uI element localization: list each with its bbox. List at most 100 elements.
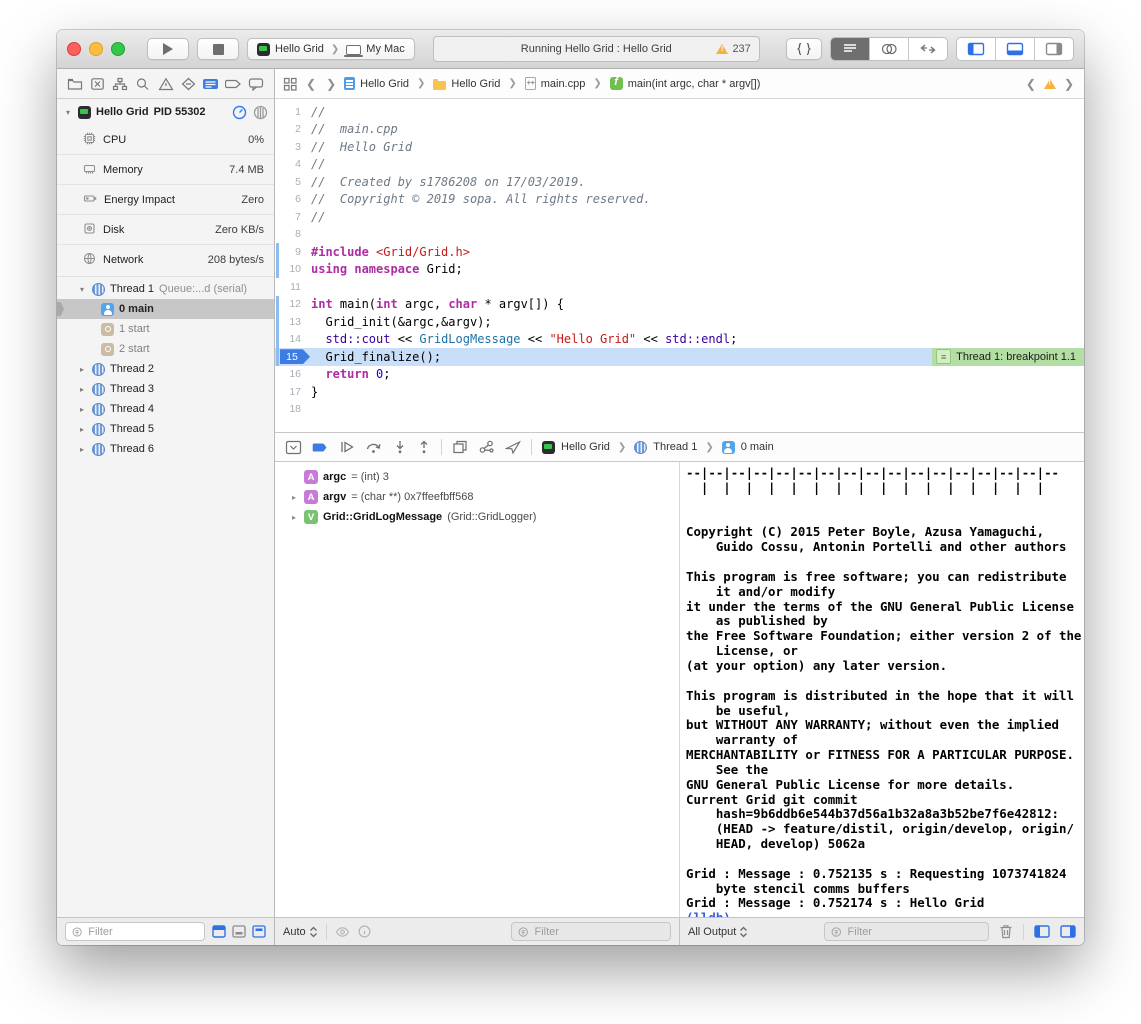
test-navigator-tab[interactable]: [178, 74, 198, 94]
code-line[interactable]: 5// Created by s1786208 on 17/03/2019.: [275, 173, 1084, 191]
console-view[interactable]: --|--|--|--|--|--|--|--|--|--|--|--|--|-…: [680, 462, 1084, 917]
stack-frame-row[interactable]: 2 start: [57, 339, 274, 359]
version-editor-button[interactable]: [909, 38, 947, 60]
hide-debug-area-button[interactable]: [285, 440, 302, 455]
disclosure-triangle[interactable]: ▾: [77, 285, 87, 294]
debug-crumb-thread[interactable]: Thread 1: [653, 441, 697, 453]
next-issue-button[interactable]: ❯: [1062, 77, 1076, 91]
variable-row[interactable]: Aargc= (int) 3: [289, 467, 679, 487]
filter-stack-frames-icon[interactable]: [232, 925, 246, 938]
toggle-navigator-button[interactable]: [957, 38, 996, 60]
issue-warning-icon[interactable]: [1044, 79, 1056, 89]
process-row[interactable]: ▾ Hello Grid PID 55302: [57, 99, 274, 125]
thread-row[interactable]: ▸Thread 5: [57, 419, 274, 439]
code-line[interactable]: 14 std::cout << GridLogMessage << "Hello…: [275, 331, 1084, 349]
breakpoint-marker[interactable]: 15: [280, 349, 310, 364]
breadcrumb-file[interactable]: main.cpp: [525, 77, 586, 90]
code-line[interactable]: 3// Hello Grid: [275, 138, 1084, 156]
code-line[interactable]: 15 Grid_finalize();≡Thread 1: breakpoint…: [275, 348, 1084, 366]
gauge-row-network[interactable]: Network208 bytes/s: [57, 244, 274, 274]
clear-console-trash-icon[interactable]: [999, 924, 1013, 939]
filter-crashed-icon[interactable]: [252, 925, 266, 938]
quicklook-eye-icon[interactable]: [335, 926, 350, 938]
thread-row[interactable]: ▸Thread 4: [57, 399, 274, 419]
go-back-button[interactable]: ❮: [304, 77, 318, 91]
breakpoint-annotation[interactable]: ≡Thread 1: breakpoint 1.1: [932, 348, 1084, 366]
source-control-tab[interactable]: [88, 74, 108, 94]
breakpoints-toggle-button[interactable]: [312, 441, 329, 454]
thread-view-icon[interactable]: [253, 105, 268, 120]
thread-row[interactable]: ▸Thread 2: [57, 359, 274, 379]
thread-row[interactable]: ▾Thread 1Queue:...d (serial): [57, 279, 274, 299]
code-line[interactable]: 18: [275, 401, 1084, 419]
debug-navigator-tab[interactable]: [201, 74, 221, 94]
variable-row[interactable]: ▸VGrid::GridLogMessage(Grid::GridLogger): [289, 507, 679, 527]
breadcrumb-symbol[interactable]: main(int argc, char * argv[]): [610, 77, 761, 90]
previous-issue-button[interactable]: ❮: [1024, 77, 1038, 91]
debug-crumb-frame[interactable]: 0 main: [741, 441, 774, 453]
breadcrumb-group[interactable]: Hello Grid: [433, 78, 500, 90]
memory-graph-button[interactable]: [478, 440, 495, 454]
console-filter-input[interactable]: [846, 925, 982, 939]
scheme-selector[interactable]: Hello Grid ❯ My Mac: [247, 38, 415, 60]
disclosure-triangle[interactable]: ▸: [289, 513, 299, 522]
code-line[interactable]: 17}: [275, 383, 1084, 401]
warning-counter[interactable]: 237: [716, 43, 750, 55]
source-editor[interactable]: 1//2// main.cpp3// Hello Grid4//5// Crea…: [275, 99, 1084, 432]
variable-row[interactable]: ▸Aargv= (char **) 0x7ffeefbff568: [289, 487, 679, 507]
variables-filter-input[interactable]: [532, 925, 664, 939]
toggle-inspector-button[interactable]: [1035, 38, 1073, 60]
code-line[interactable]: 2// main.cpp: [275, 121, 1084, 139]
code-line[interactable]: 9#include <Grid/Grid.h>: [275, 243, 1084, 261]
code-line[interactable]: 11: [275, 278, 1084, 296]
issue-navigator-tab[interactable]: [156, 74, 176, 94]
stop-button[interactable]: [197, 38, 239, 60]
related-items-icon[interactable]: [283, 77, 298, 91]
toggle-console-view-icon[interactable]: [1060, 925, 1076, 938]
code-line[interactable]: 16 return 0;: [275, 366, 1084, 384]
stack-frame-row[interactable]: 0 main: [57, 299, 274, 319]
code-line[interactable]: 12int main(int argc, char * argv[]) {: [275, 296, 1084, 314]
library-button[interactable]: [786, 38, 822, 60]
gauge-row-cpu[interactable]: CPU0%: [57, 125, 274, 154]
project-navigator-tab[interactable]: [65, 74, 85, 94]
report-navigator-tab[interactable]: [246, 74, 266, 94]
gauge-view-icon[interactable]: [232, 105, 247, 120]
gauge-row-energy-impact[interactable]: Energy ImpactZero: [57, 184, 274, 214]
toggle-variables-view-icon[interactable]: [1034, 925, 1050, 938]
breadcrumb-project[interactable]: Hello Grid: [344, 77, 409, 90]
disclosure-triangle[interactable]: ▸: [77, 365, 87, 374]
assistant-editor-button[interactable]: [870, 38, 909, 60]
step-into-button[interactable]: [393, 440, 407, 454]
view-hierarchy-button[interactable]: [452, 440, 468, 454]
simulate-location-button[interactable]: [505, 440, 521, 454]
disclosure-triangle[interactable]: ▸: [77, 425, 87, 434]
minimize-window-button[interactable]: [89, 42, 103, 56]
symbol-navigator-tab[interactable]: [110, 74, 130, 94]
run-button[interactable]: [147, 38, 189, 60]
code-line[interactable]: 13 Grid_init(&argc,&argv);: [275, 313, 1084, 331]
console-scope-popup[interactable]: All Output: [688, 926, 748, 938]
variables-filter-field[interactable]: [511, 922, 671, 941]
thread-row[interactable]: ▸Thread 3: [57, 379, 274, 399]
navigator-filter-input[interactable]: [86, 925, 198, 939]
info-icon[interactable]: [358, 925, 371, 938]
console-filter-field[interactable]: [824, 922, 989, 941]
activity-viewer[interactable]: Running Hello Grid : Hello Grid 237: [433, 36, 760, 62]
variables-view[interactable]: Aargc= (int) 3▸Aargv= (char **) 0x7ffeef…: [275, 462, 680, 917]
disclosure-triangle[interactable]: ▸: [77, 445, 87, 454]
debug-crumb-process[interactable]: Hello Grid: [561, 441, 610, 453]
navigator-filter-field[interactable]: [65, 922, 205, 941]
step-out-button[interactable]: [417, 440, 431, 454]
go-forward-button[interactable]: ❯: [324, 77, 338, 91]
disclosure-triangle[interactable]: ▸: [77, 385, 87, 394]
disclosure-triangle[interactable]: ▾: [63, 108, 73, 117]
code-line[interactable]: 10using namespace Grid;: [275, 261, 1084, 279]
disclosure-triangle[interactable]: ▸: [289, 493, 299, 502]
thread-row[interactable]: ▸Thread 6: [57, 439, 274, 459]
code-line[interactable]: 6// Copyright © 2019 sopa. All rights re…: [275, 191, 1084, 209]
code-line[interactable]: 4//: [275, 156, 1084, 174]
close-window-button[interactable]: [67, 42, 81, 56]
variables-scope-popup[interactable]: Auto: [283, 926, 318, 938]
gauge-row-disk[interactable]: DiskZero KB/s: [57, 214, 274, 244]
